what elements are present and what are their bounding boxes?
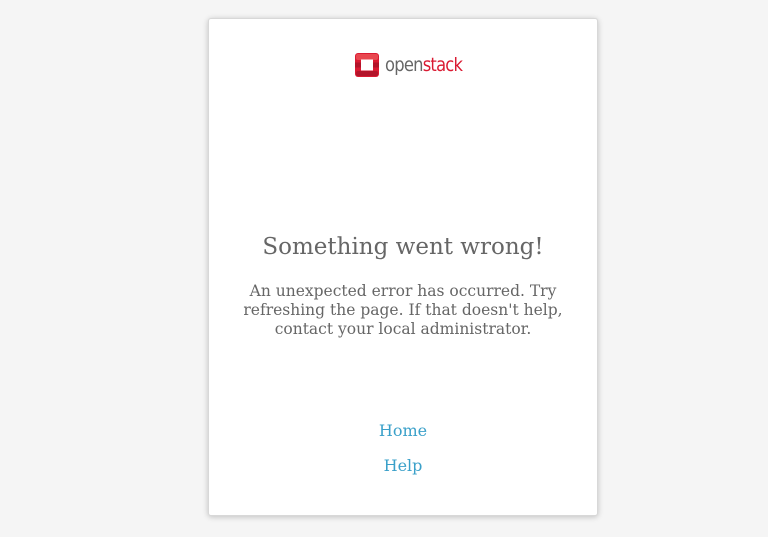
home-link-row: Home (209, 421, 597, 441)
home-link[interactable]: Home (379, 421, 427, 440)
help-link-row: Help (209, 456, 597, 476)
help-link[interactable]: Help (384, 456, 423, 475)
error-title: Something went wrong! (262, 234, 544, 260)
logo-text-stack: stack (422, 54, 463, 76)
error-message: An unexpected error has occurred. Try re… (243, 282, 563, 338)
openstack-logo: openstack (355, 53, 475, 77)
logo-wordmark: openstack (385, 53, 463, 77)
error-card: openstack Something went wrong! An unexp… (208, 18, 598, 516)
openstack-logo-icon (355, 53, 379, 77)
logo-text-open: open (385, 54, 423, 76)
